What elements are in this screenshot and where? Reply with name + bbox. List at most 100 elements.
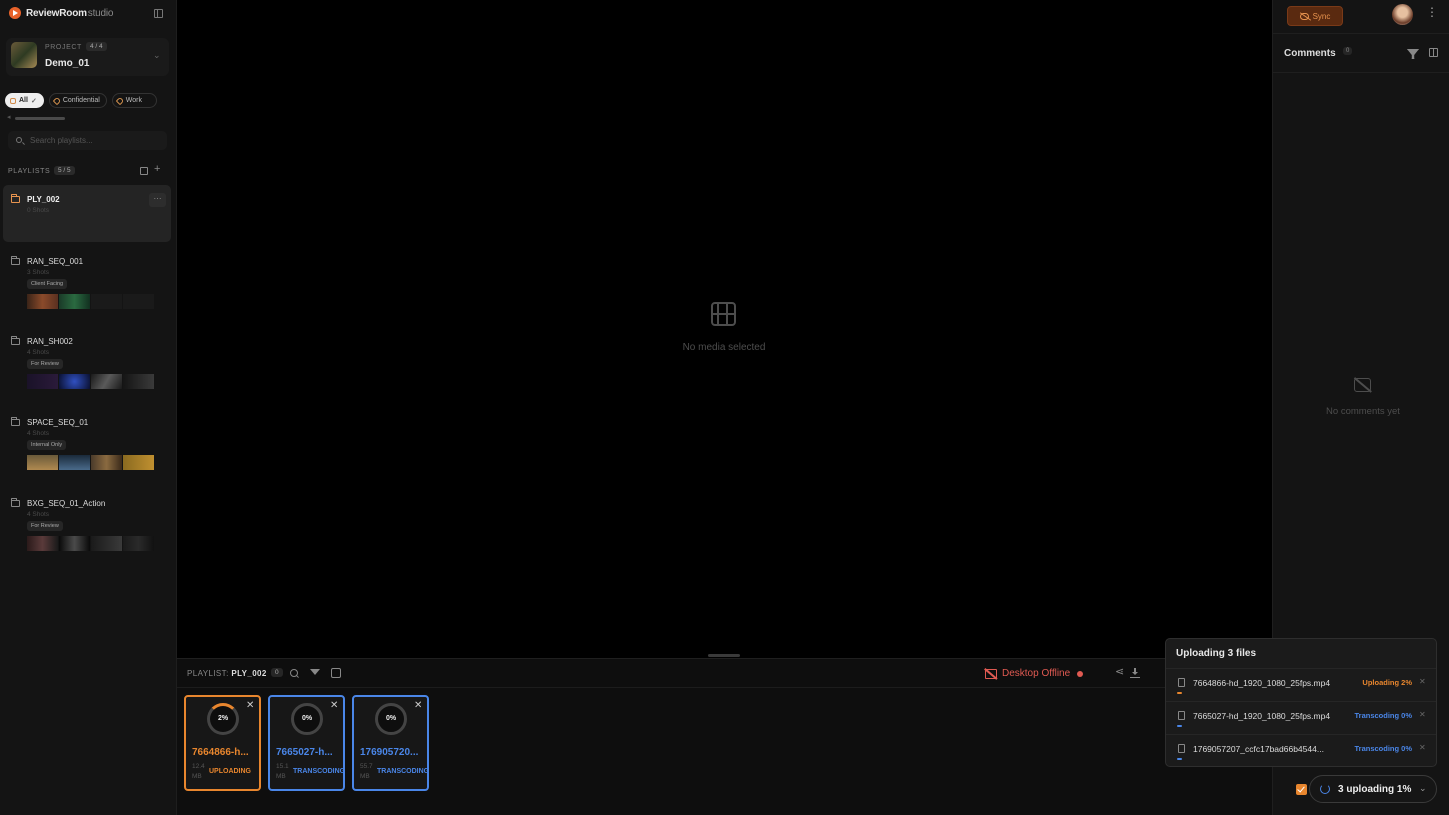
no-comments-text: No comments yet bbox=[1326, 406, 1400, 417]
sync-button[interactable]: Sync bbox=[1287, 6, 1343, 26]
upload-file-name: 176905720... bbox=[360, 747, 419, 758]
filter-scrollbar[interactable]: ◂ bbox=[7, 113, 65, 121]
upload-status: Transcoding 0% bbox=[1354, 711, 1412, 720]
cancel-upload-icon[interactable]: ✕ bbox=[1419, 677, 1426, 686]
project-thumbnail bbox=[11, 42, 37, 68]
thumbnail bbox=[123, 294, 154, 309]
filter-chip-work[interactable]: Work bbox=[111, 93, 157, 108]
project-selector[interactable]: PROJECT 4 / 4 Demo_01 ⌄ bbox=[6, 38, 169, 76]
download-icon[interactable] bbox=[1130, 668, 1140, 678]
playlist-item[interactable]: BXG_SEQ_01_Action 4 Shots For Review bbox=[3, 489, 171, 559]
progress-percent: 0% bbox=[385, 715, 397, 722]
playlist-item[interactable]: RAN_SH002 4 Shots For Review bbox=[3, 327, 171, 397]
collapse-sidebar-icon[interactable] bbox=[154, 9, 163, 18]
upload-status-pill[interactable]: 3 uploading 1% ⌄ bbox=[1309, 775, 1437, 803]
brand[interactable]: ReviewRoomstudio bbox=[9, 7, 113, 19]
progress-bar bbox=[1177, 758, 1422, 760]
folder-icon bbox=[11, 256, 20, 265]
playlist-thumbnails bbox=[27, 374, 154, 389]
thumbnail bbox=[59, 374, 90, 389]
thumbnail bbox=[123, 455, 154, 470]
panel-layout-icon[interactable] bbox=[1429, 48, 1438, 57]
upload-card[interactable]: 0% ✕ 176905720... 55.7 MB TRANSCODING bbox=[352, 695, 429, 791]
brand-name: ReviewRoomstudio bbox=[26, 7, 114, 19]
more-options-button[interactable]: ··· bbox=[149, 193, 166, 207]
filter-icon[interactable] bbox=[1407, 49, 1417, 56]
close-icon[interactable]: ✕ bbox=[414, 700, 422, 711]
folder-icon bbox=[11, 336, 20, 345]
status-dot bbox=[1077, 670, 1084, 677]
avatar[interactable] bbox=[1392, 4, 1413, 25]
share-icon[interactable] bbox=[1115, 665, 1125, 679]
filter-chip-confidential[interactable]: Confidential bbox=[48, 93, 107, 108]
no-media-text: No media selected bbox=[682, 342, 766, 353]
playlist-label: PLAYLIST: PLY_002 bbox=[187, 669, 267, 678]
playlist-item[interactable]: RAN_SEQ_001 3 Shots Client Facing bbox=[3, 247, 171, 317]
chevron-down-icon[interactable]: ⌄ bbox=[1419, 783, 1427, 794]
search-icon[interactable] bbox=[289, 668, 299, 678]
cancel-upload-icon[interactable]: ✕ bbox=[1419, 743, 1426, 752]
upload-status: UPLOADING bbox=[209, 768, 251, 775]
close-icon[interactable]: ✕ bbox=[330, 700, 338, 711]
playlist-shot-count: 4 Shots bbox=[27, 349, 50, 356]
comments-count: 0 bbox=[1343, 47, 1353, 55]
resize-handle[interactable] bbox=[708, 654, 740, 657]
thumbnail bbox=[123, 536, 154, 551]
playlist-tag: For Review bbox=[27, 521, 63, 531]
folder-icon bbox=[11, 194, 20, 203]
manage-playlists-icon[interactable] bbox=[140, 167, 148, 175]
playlist-thumbnails bbox=[27, 455, 154, 470]
thumbnail bbox=[27, 294, 58, 309]
select-all-checkbox[interactable] bbox=[1296, 784, 1307, 795]
upload-file-name: 7665027-h... bbox=[276, 747, 333, 758]
playlist-name: SPACE_SEQ_01 bbox=[27, 418, 89, 427]
upload-popover-title: Uploading 3 files bbox=[1176, 648, 1257, 659]
select-icon[interactable] bbox=[331, 668, 341, 678]
playlist-item[interactable]: SPACE_SEQ_01 4 Shots Internal Only bbox=[3, 408, 171, 478]
playlist-shot-count: 0 Shots bbox=[27, 207, 50, 214]
desktop-offline-status[interactable]: Desktop Offline bbox=[985, 668, 1084, 679]
thumbnail bbox=[59, 294, 90, 309]
thumbnail bbox=[59, 455, 90, 470]
playlist-name: RAN_SEQ_001 bbox=[27, 257, 84, 266]
close-icon[interactable]: ✕ bbox=[246, 700, 254, 711]
folder-icon bbox=[11, 417, 20, 426]
playlist-tag: Client Facing bbox=[27, 279, 68, 289]
scroll-left-icon[interactable]: ◂ bbox=[7, 113, 11, 121]
playlist-tag: For Review bbox=[27, 359, 63, 369]
upload-status: Transcoding 0% bbox=[1354, 744, 1412, 753]
playlist-item[interactable]: PLY_002 0 Shots ··· bbox=[3, 185, 171, 242]
thumbnail bbox=[91, 294, 122, 309]
cancel-upload-icon[interactable]: ✕ bbox=[1419, 710, 1426, 719]
playlists-header: PLAYLISTS 5 / 5 + bbox=[8, 163, 165, 178]
film-icon bbox=[711, 302, 736, 326]
tag-filter-row: All ✓ Confidential Work bbox=[5, 93, 157, 108]
top-bar: Sync ⋮ bbox=[1273, 0, 1449, 34]
upload-card[interactable]: 0% ✕ 7665027-h... 15.1 MB TRANSCODING bbox=[268, 695, 345, 791]
search-input[interactable] bbox=[30, 133, 160, 148]
search-icon bbox=[16, 137, 22, 143]
progress-bar bbox=[1177, 725, 1422, 727]
offline-text: Desktop Offline bbox=[1002, 668, 1071, 679]
playlist-name: PLY_002 bbox=[27, 195, 60, 204]
file-size: 15.1 MB bbox=[276, 763, 289, 780]
more-vertical-icon[interactable]: ⋮ bbox=[1426, 6, 1438, 18]
playlist-panel: PLAYLIST: PLY_002 0 Desktop Offline 2% ✕… bbox=[177, 658, 1272, 815]
playlist-thumbnails bbox=[27, 294, 154, 309]
project-name: Demo_01 bbox=[45, 58, 90, 69]
project-count: 4 / 4 bbox=[86, 42, 107, 51]
filter-icon[interactable] bbox=[310, 668, 320, 678]
upload-status: TRANSCODING bbox=[293, 768, 346, 775]
upload-card[interactable]: 2% ✕ 7664866-h... 12.4 MB UPLOADING bbox=[184, 695, 261, 791]
add-playlist-icon[interactable]: + bbox=[154, 163, 160, 175]
file-icon bbox=[1178, 678, 1185, 687]
file-size: 12.4 MB bbox=[192, 763, 205, 780]
tag-icon bbox=[52, 96, 62, 105]
scroll-thumb[interactable] bbox=[15, 117, 65, 120]
progress-ring: 0% bbox=[291, 703, 323, 735]
filter-chip-all[interactable]: All ✓ bbox=[5, 93, 44, 108]
playlist-name: BXG_SEQ_01_Action bbox=[27, 499, 106, 508]
sync-off-icon bbox=[1299, 12, 1309, 20]
thumbnail bbox=[91, 455, 122, 470]
chevron-down-icon: ⌄ bbox=[153, 50, 161, 60]
